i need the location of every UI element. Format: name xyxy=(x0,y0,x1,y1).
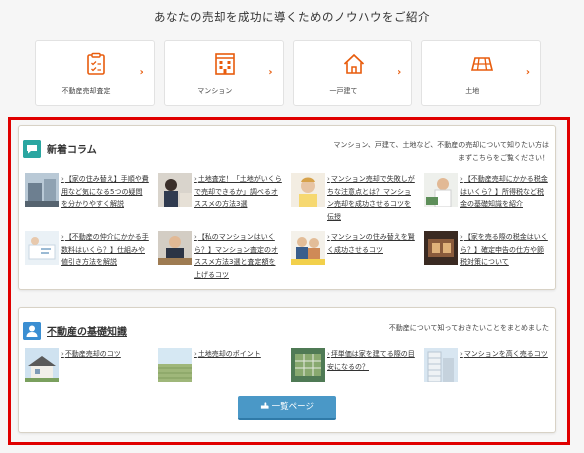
chevron-right-icon: › xyxy=(268,67,273,78)
article-link[interactable]: 【不動産売却にかかる税金はいくら？】所得税など税金の基礎知識を紹介 xyxy=(460,175,548,208)
article-thumbnail xyxy=(25,173,59,207)
card-title: 不動産の基礎知識 xyxy=(47,327,127,338)
article-link[interactable]: マンション売却で失敗しがちな注意点とは？マンション売却を成功させるコツを伝授 xyxy=(327,175,415,221)
category-label: 一戸建て xyxy=(329,87,358,95)
card-description: マンション、戸建て、土地など、不動産の売却について知りたい方はまずこちらをご覧く… xyxy=(333,141,549,162)
article-link[interactable]: マンションを高く売るコツ xyxy=(464,350,548,358)
category-row: 不動産売却査定 › マンション › 一戸建て › 土地 › xyxy=(35,40,541,106)
article-item[interactable]: ›【不動産の仲介にかかる手数料はいくら？】仕組みや値引き方法を解説 xyxy=(25,231,150,291)
building-icon xyxy=(214,53,235,75)
category-card-mansion[interactable]: マンション › xyxy=(163,40,284,106)
chevron-right-icon: › xyxy=(397,67,402,78)
article-thumbnail xyxy=(424,348,458,382)
list-page-button-label: 一覧ページ xyxy=(271,402,315,412)
article-link[interactable]: 不動産売却のコツ xyxy=(65,350,121,358)
article-thumbnail xyxy=(291,348,325,382)
article-item[interactable]: ›不動産売却のコツ xyxy=(25,348,150,408)
chevron-right-icon: › xyxy=(139,67,144,78)
article-thumbnail xyxy=(424,231,458,265)
land-grid-icon xyxy=(471,57,494,71)
article-thumbnail xyxy=(158,231,192,265)
article-link[interactable]: 土地査定！「土地がいくらで売却できるか」調べるオススメの方法3選 xyxy=(194,175,282,208)
new-columns-card: 新着コラム マンション、戸建て、土地など、不動産の売却について知りたい方はまずこ… xyxy=(18,125,556,290)
chat-bubble-icon xyxy=(23,140,41,158)
article-item[interactable]: ›マンションを高く売るコツ xyxy=(424,348,549,408)
person-silhouette-icon xyxy=(23,322,41,340)
article-thumbnail xyxy=(25,348,59,382)
article-link[interactable]: 【家を売る際の税金はいくら？】確定申告の仕方や節税対策について xyxy=(460,233,548,266)
category-label: 土地 xyxy=(465,87,480,95)
article-link[interactable]: 【家の住み替え】手順や費用など気になる5つの疑問を分かりやすく解説 xyxy=(61,175,149,208)
article-link[interactable]: 坪単価は家を建てる際の目安になるの？ xyxy=(327,350,415,371)
category-label: 不動産売却査定 xyxy=(61,87,111,95)
section-heading: あなたの売却を成功に導くためのノウハウをご紹介 xyxy=(154,10,430,24)
article-item[interactable]: ›マンション売却で失敗しがちな注意点とは？マンション売却を成功させるコツを伝授 xyxy=(291,173,416,233)
article-link[interactable]: 土地売却のポイント xyxy=(198,350,261,358)
article-item[interactable]: ›マンションの住み替えを賢く成功させるコツ xyxy=(291,231,416,291)
article-thumbnail xyxy=(424,173,458,207)
category-card-land[interactable]: 土地 › xyxy=(421,40,541,106)
house-icon xyxy=(343,53,364,74)
list-page-button[interactable]: 一覧ページ xyxy=(238,396,336,420)
category-card-sale-assessment[interactable]: 不動産売却査定 › xyxy=(35,40,155,106)
article-item[interactable]: ›【家を売る際の税金はいくら？】確定申告の仕方や節税対策について xyxy=(424,231,549,291)
category-label: マンション xyxy=(197,87,233,95)
card-title: 新着コラム xyxy=(47,145,97,156)
article-item[interactable]: ›【不動産売却にかかる税金はいくら？】所得税など税金の基礎知識を紹介 xyxy=(424,173,549,233)
category-card-house[interactable]: 一戸建て › xyxy=(292,40,413,106)
hand-pointer-icon xyxy=(260,402,269,409)
chevron-right-icon: › xyxy=(525,67,530,78)
article-thumbnail xyxy=(291,231,325,265)
article-item[interactable]: ›【私のマンションはいくら？】マンション査定のオススメ方法3選と査定額を上げるコ… xyxy=(158,231,283,291)
article-thumbnail xyxy=(158,173,192,207)
article-link[interactable]: 【私のマンションはいくら？】マンション査定のオススメ方法3選と査定額を上げるコツ xyxy=(194,233,278,279)
article-thumbnail xyxy=(158,348,192,382)
article-link[interactable]: マンションの住み替えを賢く成功させるコツ xyxy=(327,233,415,254)
article-link[interactable]: 【不動産の仲介にかかる手数料はいくら？】仕組みや値引き方法を解説 xyxy=(61,233,149,266)
article-item[interactable]: ›土地査定！「土地がいくらで売却できるか」調べるオススメの方法3選 xyxy=(158,173,283,233)
clipboard-icon xyxy=(87,52,105,75)
article-thumbnail xyxy=(25,231,59,265)
article-item[interactable]: ›【家の住み替え】手順や費用など気になる5つの疑問を分かりやすく解説 xyxy=(25,173,150,233)
card-description: 不動産について知っておきたいことをまとめました xyxy=(388,324,549,332)
article-thumbnail xyxy=(291,173,325,207)
